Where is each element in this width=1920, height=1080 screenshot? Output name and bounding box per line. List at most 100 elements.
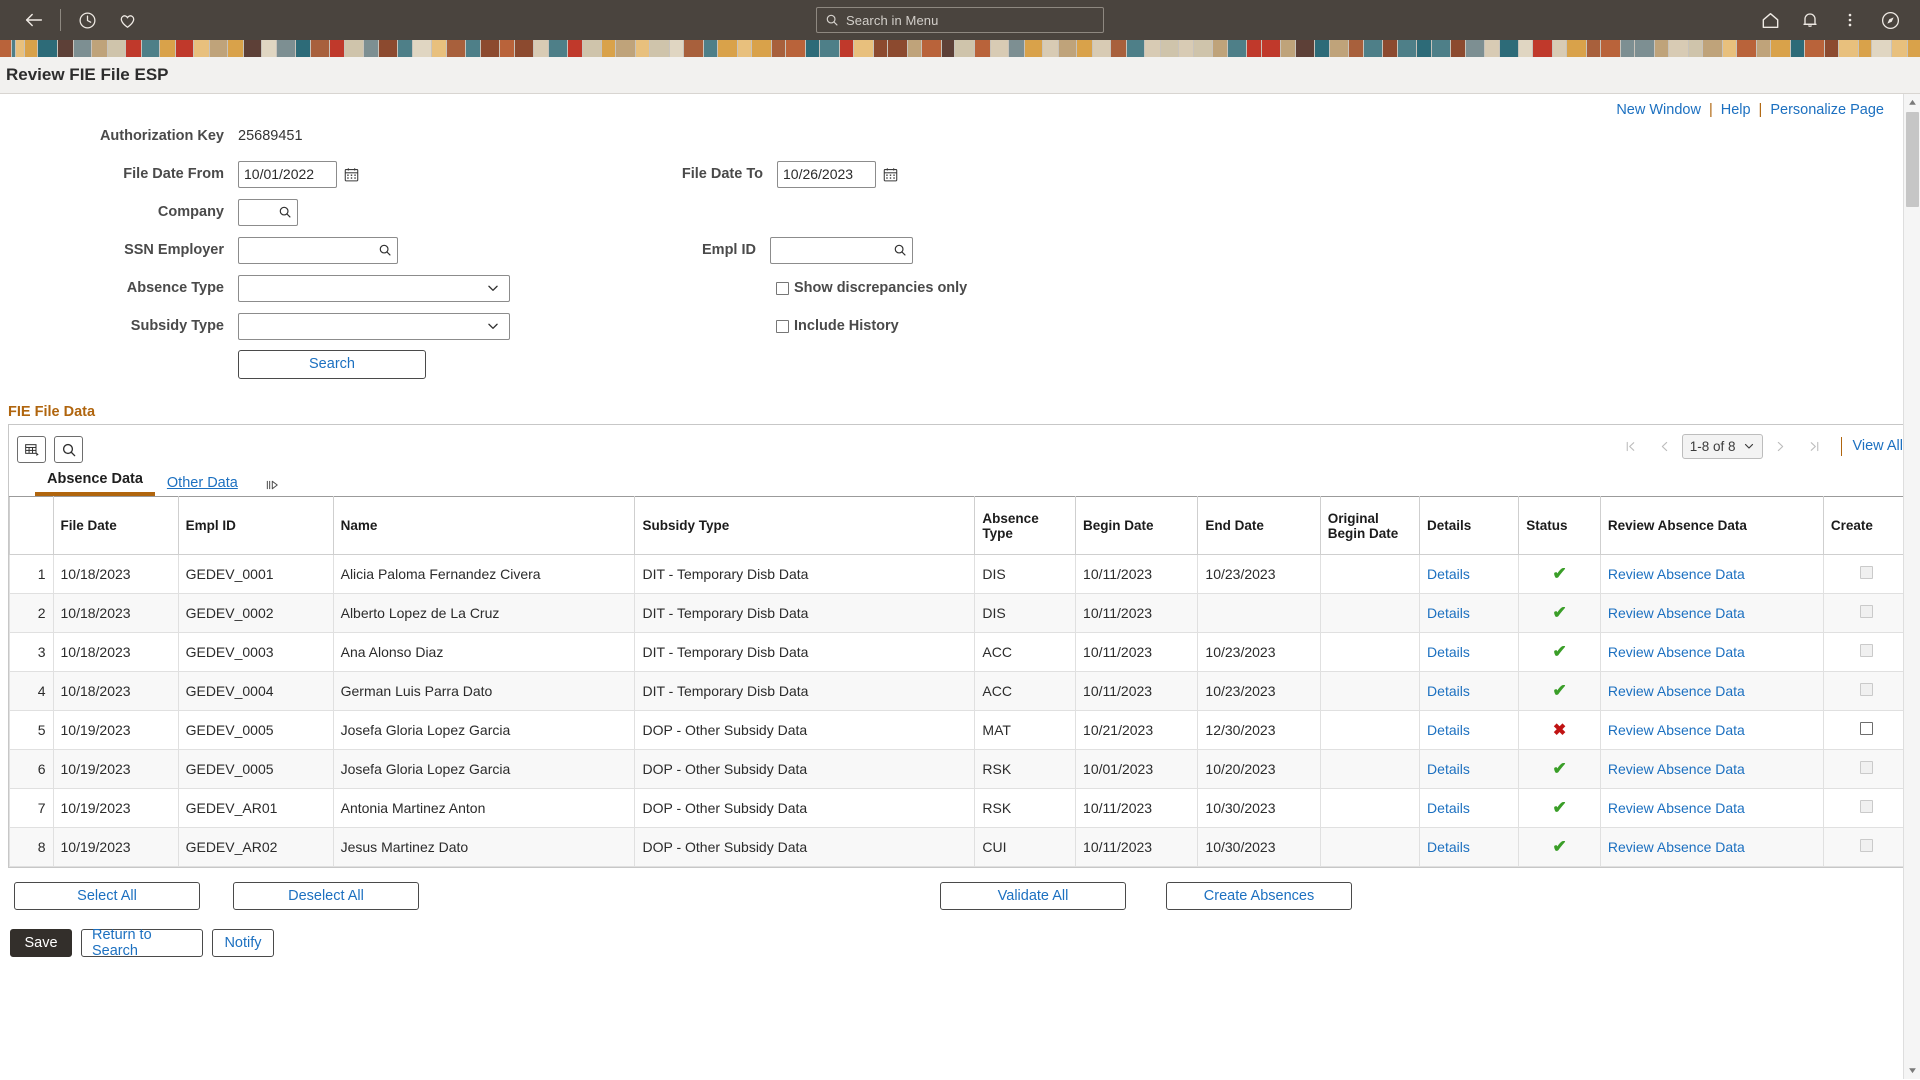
pager-divider	[1841, 437, 1842, 456]
cell-create[interactable]	[1823, 711, 1910, 750]
cell-review-absence-data[interactable]: Review Absence Data	[1600, 750, 1823, 789]
file-date-to-input[interactable]: 10/26/2023	[777, 161, 876, 188]
heart-icon[interactable]	[107, 0, 147, 40]
cell-rownum: 2	[10, 594, 54, 633]
cell-details[interactable]: Details	[1420, 711, 1519, 750]
first-page-icon[interactable]	[1614, 433, 1648, 459]
cell-absence-type: ACC	[975, 672, 1076, 711]
cell-review-absence-data[interactable]: Review Absence Data	[1600, 672, 1823, 711]
previous-page-icon[interactable]	[1648, 433, 1682, 459]
save-button[interactable]: Save	[10, 929, 72, 957]
grid-personalize-icon[interactable]	[17, 436, 46, 463]
cell-original-begin-date	[1320, 633, 1419, 672]
return-to-search-button[interactable]: Return to Search	[81, 929, 203, 957]
empl-id-input[interactable]	[770, 237, 913, 264]
authorization-key-row: Authorization Key 25689451	[0, 120, 1920, 152]
details-link[interactable]: Details	[1427, 761, 1470, 777]
calendar-icon-from[interactable]	[343, 166, 360, 183]
cell-review-absence-data[interactable]: Review Absence Data	[1600, 828, 1823, 867]
cell-details[interactable]: Details	[1420, 828, 1519, 867]
cell-review-absence-data[interactable]: Review Absence Data	[1600, 555, 1823, 594]
absence-type-select[interactable]	[238, 275, 510, 302]
cell-absence-type: RSK	[975, 750, 1076, 789]
scroll-up-icon[interactable]	[1904, 94, 1920, 111]
include-history-checkbox[interactable]	[776, 320, 789, 333]
chevron-down-icon-subsidy	[486, 319, 500, 333]
show-discrepancies-checkbox[interactable]	[776, 282, 789, 295]
review-absence-data-link[interactable]: Review Absence Data	[1608, 722, 1745, 738]
col-end-date: End Date	[1198, 497, 1320, 555]
notify-button[interactable]: Notify	[212, 929, 274, 957]
home-icon[interactable]	[1750, 0, 1790, 40]
lookup-icon-company[interactable]	[278, 205, 292, 219]
ssn-employer-input[interactable]	[238, 237, 398, 264]
last-page-icon[interactable]	[1797, 433, 1831, 459]
menu-search-box[interactable]: Search in Menu	[816, 7, 1104, 33]
details-link[interactable]: Details	[1427, 644, 1470, 660]
bell-icon[interactable]	[1790, 0, 1830, 40]
grid-tabs: Absence Data Other Data	[9, 467, 1911, 496]
tab-other-data[interactable]: Other Data	[155, 475, 250, 496]
file-date-from-input[interactable]: 10/01/2022	[238, 161, 337, 188]
cell-review-absence-data[interactable]: Review Absence Data	[1600, 789, 1823, 828]
search-button[interactable]: Search	[238, 350, 426, 379]
cell-end-date: 10/20/2023	[1198, 750, 1320, 789]
scroll-down-icon[interactable]	[1904, 1062, 1920, 1079]
cell-end-date: 10/23/2023	[1198, 672, 1320, 711]
details-link[interactable]: Details	[1427, 800, 1470, 816]
page-range-dropdown[interactable]: 1-8 of 8	[1682, 434, 1764, 459]
kebab-menu-icon[interactable]	[1830, 0, 1870, 40]
cell-details[interactable]: Details	[1420, 555, 1519, 594]
cell-original-begin-date	[1320, 750, 1419, 789]
scrollbar-thumb[interactable]	[1906, 112, 1919, 207]
cell-details[interactable]: Details	[1420, 750, 1519, 789]
clock-icon[interactable]	[67, 0, 107, 40]
subsidy-type-select[interactable]	[238, 313, 510, 340]
lookup-icon-empl-id[interactable]	[893, 243, 907, 257]
tab-absence-data[interactable]: Absence Data	[35, 471, 155, 496]
cell-review-absence-data[interactable]: Review Absence Data	[1600, 633, 1823, 672]
lookup-icon-ssn-employer[interactable]	[378, 243, 392, 257]
cell-review-absence-data[interactable]: Review Absence Data	[1600, 711, 1823, 750]
details-link[interactable]: Details	[1427, 566, 1470, 582]
cell-subsidy-type: DOP - Other Subsidy Data	[635, 828, 975, 867]
select-all-button[interactable]: Select All	[14, 882, 200, 910]
cell-details[interactable]: Details	[1420, 633, 1519, 672]
cell-original-begin-date	[1320, 555, 1419, 594]
chevron-down-icon-pager	[1743, 440, 1755, 452]
deselect-all-button[interactable]: Deselect All	[233, 882, 419, 910]
review-absence-data-link[interactable]: Review Absence Data	[1608, 839, 1745, 855]
create-checkbox[interactable]	[1860, 722, 1873, 735]
review-absence-data-link[interactable]: Review Absence Data	[1608, 683, 1745, 699]
view-all-link[interactable]: View All	[1852, 438, 1903, 454]
details-link[interactable]: Details	[1427, 839, 1470, 855]
review-absence-data-link[interactable]: Review Absence Data	[1608, 566, 1745, 582]
details-link[interactable]: Details	[1427, 605, 1470, 621]
review-absence-data-link[interactable]: Review Absence Data	[1608, 761, 1745, 777]
validate-all-button[interactable]: Validate All	[940, 882, 1126, 910]
cell-details[interactable]: Details	[1420, 672, 1519, 711]
status-ok-icon: ✔	[1552, 564, 1566, 583]
review-absence-data-link[interactable]: Review Absence Data	[1608, 800, 1745, 816]
grid-find-icon[interactable]	[54, 436, 83, 463]
back-arrow-icon[interactable]	[14, 0, 54, 40]
details-link[interactable]: Details	[1427, 683, 1470, 699]
next-page-icon[interactable]	[1763, 433, 1797, 459]
page-scrollbar[interactable]	[1903, 94, 1920, 1079]
cell-name: Alberto Lopez de La Cruz	[333, 594, 635, 633]
cell-absence-type: DIS	[975, 555, 1076, 594]
show-next-tabs-icon[interactable]	[250, 478, 290, 496]
review-absence-data-link[interactable]: Review Absence Data	[1608, 644, 1745, 660]
company-input[interactable]	[238, 199, 298, 226]
cell-review-absence-data[interactable]: Review Absence Data	[1600, 594, 1823, 633]
review-absence-data-link[interactable]: Review Absence Data	[1608, 605, 1745, 621]
compass-icon[interactable]	[1870, 0, 1910, 40]
details-link[interactable]: Details	[1427, 722, 1470, 738]
cell-rownum: 5	[10, 711, 54, 750]
cell-details[interactable]: Details	[1420, 789, 1519, 828]
cell-empl-id: GEDEV_0004	[178, 672, 333, 711]
calendar-icon-to[interactable]	[882, 166, 899, 183]
cell-details[interactable]: Details	[1420, 594, 1519, 633]
create-absences-button[interactable]: Create Absences	[1166, 882, 1352, 910]
header-left-tools	[14, 0, 147, 40]
